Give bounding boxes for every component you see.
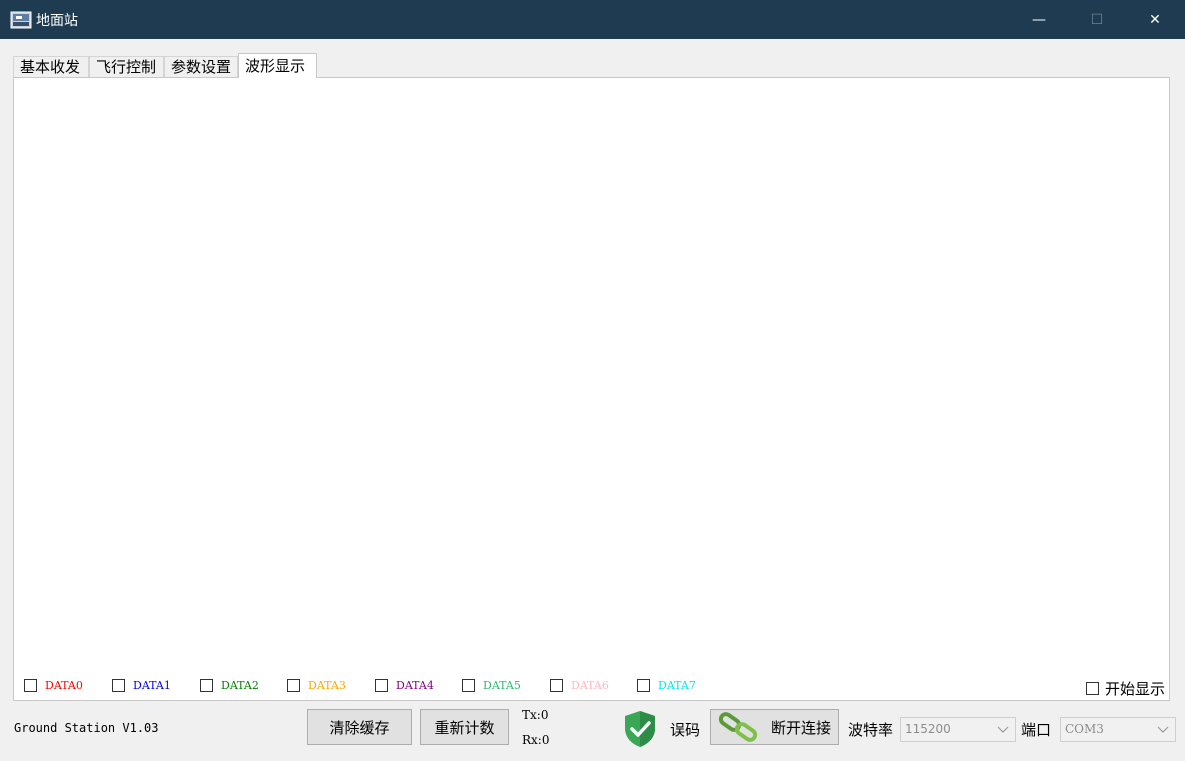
checkbox-box[interactable]	[24, 678, 37, 692]
tx-counter: Tx:0	[522, 708, 549, 722]
channel-checkbox-data3[interactable]: DATA3	[287, 677, 346, 693]
channel-checkbox-data5[interactable]: DATA5	[462, 677, 521, 693]
port-select[interactable]: COM3	[1060, 717, 1176, 742]
channel-label: DATA1	[133, 678, 171, 692]
channel-checkbox-data1[interactable]: DATA1	[112, 677, 171, 693]
baud-rate-value: 115200	[905, 722, 951, 736]
shield-check-icon	[625, 711, 655, 747]
checkbox-box[interactable]	[550, 678, 563, 692]
checkbox-box[interactable]	[637, 678, 650, 692]
channel-label: DATA5	[483, 678, 521, 692]
channel-label: DATA7	[658, 678, 696, 692]
rx-counter: Rx:0	[522, 733, 550, 747]
tab-basic-send-receive[interactable]: 基本收发	[13, 56, 89, 77]
checkbox-box[interactable]	[112, 678, 125, 692]
reset-count-button[interactable]: 重新计数	[420, 709, 509, 745]
checkbox-box[interactable]	[287, 678, 300, 692]
channel-label: DATA0	[45, 678, 83, 692]
channel-checkbox-data0[interactable]: DATA0	[24, 677, 83, 693]
channel-checkbox-data2[interactable]: DATA2	[200, 677, 259, 693]
channel-checkbox-data4[interactable]: DATA4	[375, 677, 434, 693]
checkbox-box[interactable]	[1086, 681, 1099, 695]
disconnect-button[interactable]: 断开连接	[710, 709, 839, 745]
tab-waveform-display[interactable]: 波形显示	[238, 53, 317, 78]
checkbox-box[interactable]	[462, 678, 475, 692]
channel-label: DATA3	[308, 678, 346, 692]
channel-checkbox-data6[interactable]: DATA6	[550, 677, 609, 693]
error-code-label: 误码	[670, 721, 701, 739]
start-display-checkbox[interactable]: 开始显示	[1086, 679, 1166, 698]
channel-checkbox-data7[interactable]: DATA7	[637, 677, 696, 693]
title-bar: 地面站 — ☐ ✕	[0, 0, 1185, 39]
port-value: COM3	[1065, 722, 1104, 736]
window-title: 地面站	[36, 13, 78, 29]
port-label: 端口	[1021, 721, 1052, 739]
channel-label: DATA4	[396, 678, 434, 692]
channel-label: DATA6	[571, 678, 609, 692]
version-label: Ground Station V1.03	[14, 721, 159, 735]
maximize-button[interactable]: ☐	[1068, 0, 1126, 39]
tab-parameter-settings[interactable]: 参数设置	[164, 56, 238, 77]
minimize-button[interactable]: —	[1010, 0, 1068, 39]
chain-link-icon	[718, 712, 758, 742]
channel-label: DATA2	[221, 678, 259, 692]
baud-rate-select[interactable]: 115200	[900, 717, 1016, 742]
disconnect-label: 断开连接	[771, 718, 832, 737]
waveform-panel	[13, 77, 1170, 701]
checkbox-box[interactable]	[375, 678, 388, 692]
app-icon	[10, 11, 32, 29]
close-button[interactable]: ✕	[1126, 0, 1184, 39]
baud-rate-label: 波特率	[848, 721, 894, 739]
tab-flight-control[interactable]: 飞行控制	[89, 56, 164, 77]
chevron-down-icon	[1157, 726, 1169, 733]
start-display-label: 开始显示	[1105, 679, 1166, 698]
checkbox-box[interactable]	[200, 678, 213, 692]
chevron-down-icon	[997, 726, 1009, 733]
clear-cache-button[interactable]: 清除缓存	[307, 709, 412, 745]
